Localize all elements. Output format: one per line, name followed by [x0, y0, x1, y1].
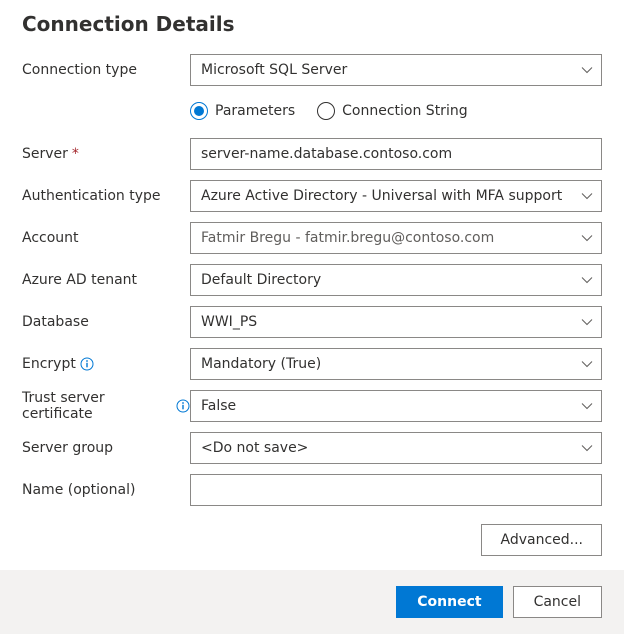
account-select[interactable]: Fatmir Bregu - fatmir.bregu@contoso.com [190, 222, 602, 254]
row-encrypt: Encrypt Mandatory (True) [22, 348, 602, 380]
input-mode-radio-group: Parameters Connection String [190, 98, 468, 126]
radio-parameters[interactable]: Parameters [190, 102, 295, 120]
radio-parameters-label: Parameters [215, 103, 295, 119]
server-group-select[interactable]: <Do not save> [190, 432, 602, 464]
row-tenant: Azure AD tenant Default Directory [22, 264, 602, 296]
database-label: Database [22, 314, 190, 330]
row-input-mode: Parameters Connection String [22, 96, 602, 128]
database-value: WWI_PS [190, 306, 602, 338]
account-value: Fatmir Bregu - fatmir.bregu@contoso.com [190, 222, 602, 254]
radio-connection-string[interactable]: Connection String [317, 102, 467, 120]
row-database: Database WWI_PS [22, 306, 602, 338]
row-auth-type: Authentication type Azure Active Directo… [22, 180, 602, 212]
encrypt-label: Encrypt [22, 356, 76, 372]
name-optional-input[interactable] [190, 474, 602, 506]
auth-type-value: Azure Active Directory - Universal with … [190, 180, 602, 212]
row-trust-cert: Trust server certificate False [22, 390, 602, 422]
tenant-value: Default Directory [190, 264, 602, 296]
encrypt-select[interactable]: Mandatory (True) [190, 348, 602, 380]
radio-unchecked-icon [317, 102, 335, 120]
row-server: Server * [22, 138, 602, 170]
tenant-label: Azure AD tenant [22, 272, 190, 288]
connection-type-value: Microsoft SQL Server [190, 54, 602, 86]
row-connection-type: Connection type Microsoft SQL Server [22, 54, 602, 86]
row-name-optional: Name (optional) [22, 474, 602, 506]
row-account: Account Fatmir Bregu - fatmir.bregu@cont… [22, 222, 602, 254]
trust-cert-label: Trust server certificate [22, 390, 172, 422]
advanced-button[interactable]: Advanced... [481, 524, 602, 556]
tenant-select[interactable]: Default Directory [190, 264, 602, 296]
connection-type-select[interactable]: Microsoft SQL Server [190, 54, 602, 86]
account-label: Account [22, 230, 190, 246]
server-input[interactable] [190, 138, 602, 170]
name-optional-label: Name (optional) [22, 482, 190, 498]
required-indicator: * [72, 146, 79, 162]
connect-button[interactable]: Connect [396, 586, 502, 618]
server-group-value: <Do not save> [190, 432, 602, 464]
server-group-label: Server group [22, 440, 190, 456]
trust-cert-select[interactable]: False [190, 390, 602, 422]
cancel-button[interactable]: Cancel [513, 586, 602, 618]
server-label: Server [22, 146, 68, 162]
radio-checked-icon [190, 102, 208, 120]
auth-type-label: Authentication type [22, 188, 190, 204]
encrypt-value: Mandatory (True) [190, 348, 602, 380]
radio-connection-string-label: Connection String [342, 103, 467, 119]
info-icon[interactable] [80, 357, 94, 371]
auth-type-select[interactable]: Azure Active Directory - Universal with … [190, 180, 602, 212]
panel-title: Connection Details [22, 12, 602, 36]
footer: Connect Cancel [0, 570, 624, 634]
connection-type-label: Connection type [22, 62, 190, 78]
database-select[interactable]: WWI_PS [190, 306, 602, 338]
trust-cert-value: False [190, 390, 602, 422]
row-server-group: Server group <Do not save> [22, 432, 602, 464]
info-icon[interactable] [176, 399, 190, 413]
